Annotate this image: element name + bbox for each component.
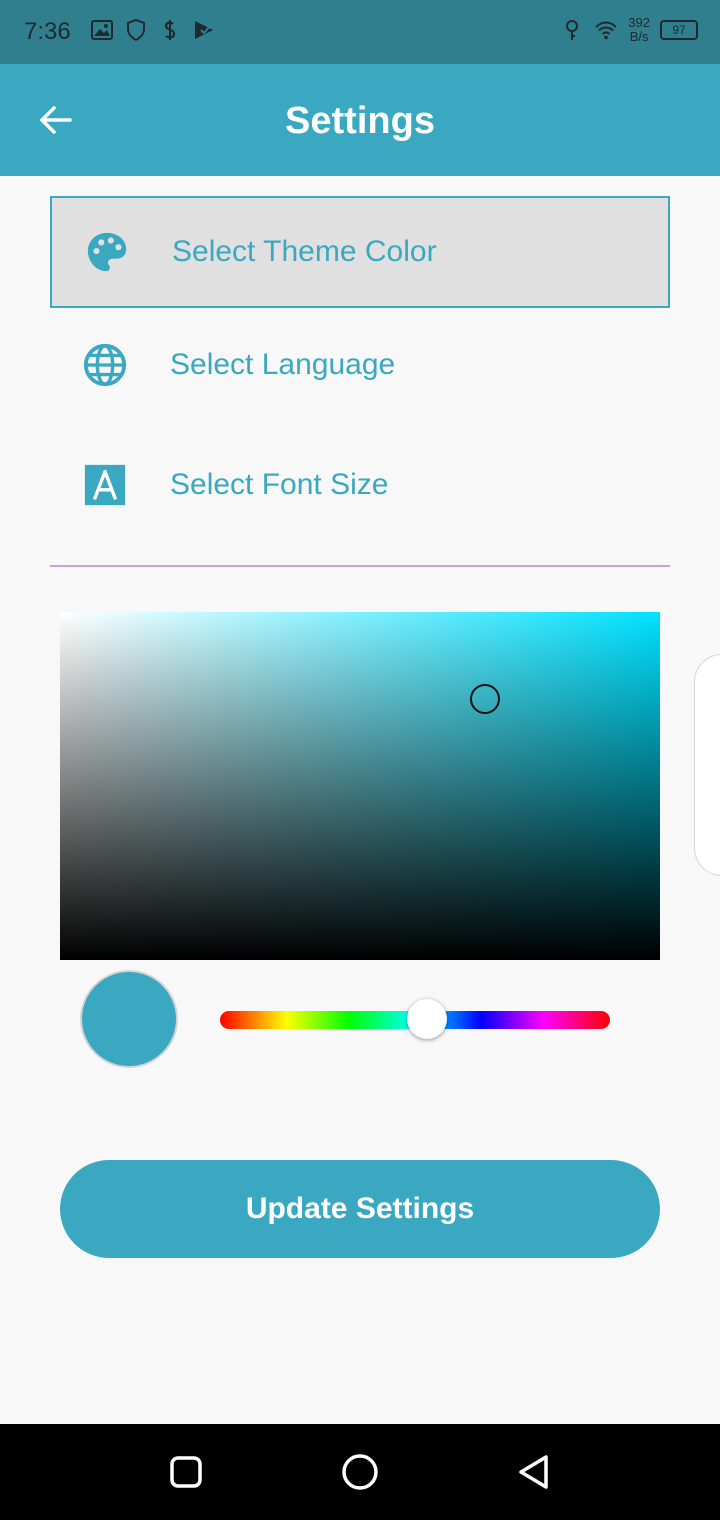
status-time: 7:36: [24, 18, 71, 45]
update-settings-button[interactable]: Update Settings: [60, 1160, 660, 1258]
menu-item-language[interactable]: Select Language: [50, 309, 670, 421]
font-size-icon: [84, 464, 126, 506]
key-icon: [566, 20, 579, 40]
system-nav-bar: [0, 1424, 720, 1520]
net-speed: 392 B/s: [628, 16, 650, 44]
battery-indicator: 97: [660, 20, 698, 40]
picker-cursor[interactable]: [470, 684, 500, 714]
menu-item-label: Select Theme Color: [172, 235, 437, 268]
menu-item-label: Select Language: [170, 348, 396, 381]
image-icon: [91, 20, 113, 40]
divider: [50, 565, 670, 567]
saturation-value-picker[interactable]: [60, 612, 660, 960]
status-bar: 7:36 392 B/s 97: [0, 0, 720, 64]
net-speed-unit: B/s: [629, 29, 649, 44]
menu-item-label: Select Font Size: [170, 468, 389, 501]
globe-icon: [83, 343, 127, 387]
menu-item-font-size[interactable]: Select Font Size: [50, 429, 670, 541]
side-panel-handle[interactable]: [694, 654, 720, 876]
notification-icons: [90, 18, 216, 42]
play-check-icon: [195, 21, 213, 39]
back-icon[interactable]: [514, 1452, 554, 1492]
page-title: Settings: [285, 100, 435, 142]
recents-icon[interactable]: [166, 1452, 206, 1492]
home-icon[interactable]: [340, 1452, 380, 1492]
wifi-icon: [595, 21, 618, 40]
shield-icon: [127, 18, 145, 42]
hue-slider[interactable]: [220, 999, 610, 1039]
net-speed-value: 392: [628, 15, 650, 30]
app-bar: Settings: [0, 64, 720, 176]
menu-item-theme-color[interactable]: Select Theme Color: [50, 196, 670, 308]
selected-color-preview: [80, 970, 178, 1068]
dollar-icon: [164, 20, 176, 40]
system-icons: 392 B/s 97: [560, 16, 698, 44]
palette-icon: [87, 232, 127, 272]
hue-slider-thumb[interactable]: [406, 999, 447, 1039]
